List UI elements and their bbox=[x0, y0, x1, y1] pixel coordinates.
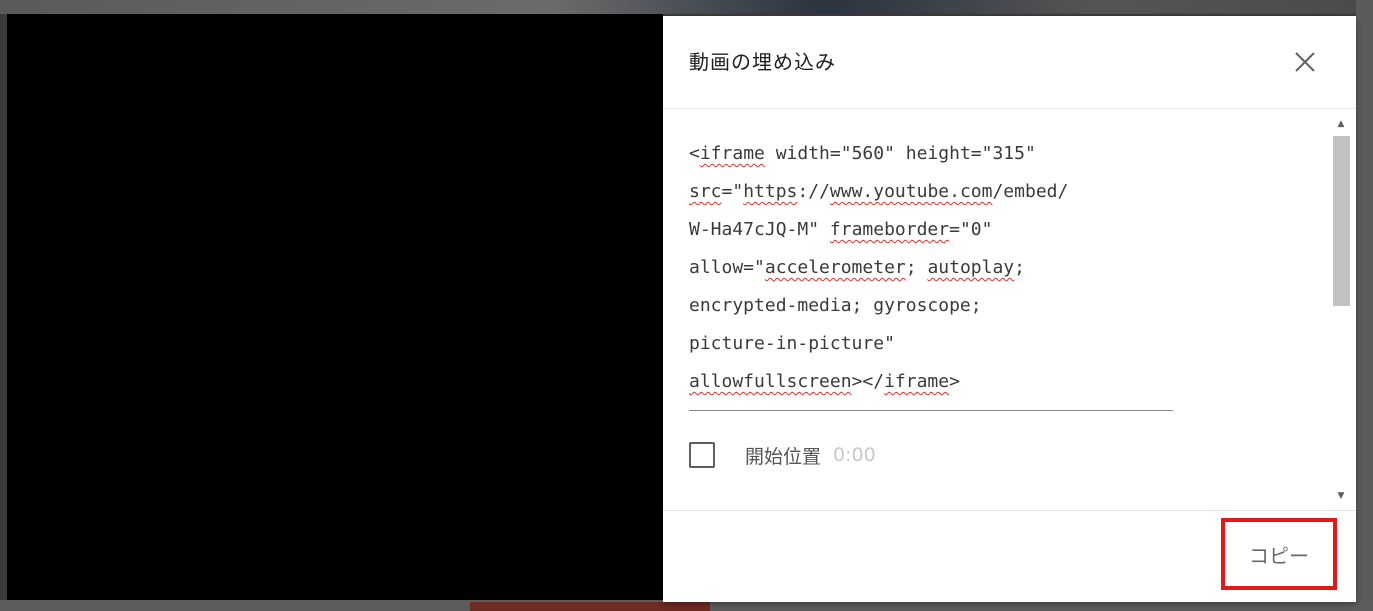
start-at-label: 開始位置 bbox=[745, 445, 822, 468]
scrollbar-thumb[interactable] bbox=[1333, 136, 1350, 306]
embed-code-line: allow="accelerometer; autoplay; bbox=[689, 249, 1173, 287]
embed-code-line: <iframe width="560" height="315" bbox=[689, 135, 1173, 173]
code-token: allow=" bbox=[689, 257, 765, 278]
code-token-misspelled: accelerometer bbox=[764, 257, 906, 278]
code-token: ; bbox=[1014, 257, 1025, 278]
page-backdrop bbox=[0, 0, 1373, 14]
scroll-down-arrow-icon[interactable]: ▼ bbox=[1335, 490, 1347, 502]
code-token-misspelled: autoplay bbox=[927, 257, 1015, 278]
youtube-page: 動画の埋め込み <iframe width="560" height="315"… bbox=[0, 0, 1373, 611]
start-at-time-input[interactable]: 0:00 bbox=[833, 444, 876, 466]
code-token: ="0" bbox=[949, 219, 993, 240]
embed-code-line: src="https://www.youtube.com/embed/ bbox=[689, 173, 1173, 211]
code-token-misspelled: https bbox=[743, 181, 798, 202]
code-token: width="560" height="315" bbox=[764, 143, 1036, 164]
code-token: picture-in-picture" bbox=[689, 333, 895, 354]
video-preview bbox=[7, 14, 663, 600]
scroll-up-arrow-icon[interactable]: ▲ bbox=[1335, 118, 1347, 130]
start-at-row: 開始位置 0:00 bbox=[689, 439, 876, 471]
copy-button-highlight: コピー bbox=[1221, 518, 1337, 590]
progress-backdrop bbox=[470, 602, 710, 611]
dialog-body: <iframe width="560" height="315" src="htt… bbox=[663, 109, 1356, 509]
close-icon bbox=[1295, 52, 1315, 72]
code-token: /embed/ bbox=[992, 181, 1069, 202]
code-token: ; bbox=[905, 257, 928, 278]
embed-dialog: 動画の埋め込み <iframe width="560" height="315"… bbox=[663, 16, 1356, 602]
code-token: encrypted-media; gyroscope; bbox=[689, 295, 982, 316]
code-token-misspelled: iframe bbox=[699, 143, 765, 164]
code-token-misspelled: allowfullscreen bbox=[689, 371, 852, 392]
close-button[interactable] bbox=[1289, 46, 1321, 78]
copy-button[interactable]: コピー bbox=[1241, 536, 1317, 573]
embed-code-line: encrypted-media; gyroscope; bbox=[689, 287, 1173, 325]
code-token-misspelled: src bbox=[689, 181, 722, 202]
code-token: < bbox=[689, 143, 700, 164]
dialog-footer: コピー bbox=[663, 510, 1356, 603]
code-token-misspelled: frameborder bbox=[829, 219, 950, 240]
embed-code-line: W-Ha47cJQ-M" frameborder="0" bbox=[689, 211, 1173, 249]
code-token: :// bbox=[797, 181, 830, 202]
code-token-misspelled: www.youtube.com bbox=[829, 181, 993, 202]
code-token: ></ bbox=[851, 371, 885, 392]
code-token: > bbox=[949, 371, 960, 392]
code-token: W-Ha47cJQ-M" bbox=[689, 219, 830, 240]
start-at-checkbox[interactable] bbox=[689, 442, 715, 468]
embed-code-line: picture-in-picture" bbox=[689, 325, 1173, 363]
dialog-title: 動画の埋め込み bbox=[689, 50, 836, 74]
page-backdrop-right bbox=[1356, 0, 1373, 611]
embed-code-line: allowfullscreen></iframe> bbox=[689, 363, 1173, 401]
dialog-scrollbar[interactable]: ▲ ▼ bbox=[1330, 116, 1352, 508]
dialog-header: 動画の埋め込み bbox=[663, 16, 1356, 109]
code-token: =" bbox=[721, 181, 744, 202]
embed-code-textarea[interactable]: <iframe width="560" height="315" src="htt… bbox=[689, 135, 1173, 411]
code-token-misspelled: iframe bbox=[884, 371, 950, 392]
